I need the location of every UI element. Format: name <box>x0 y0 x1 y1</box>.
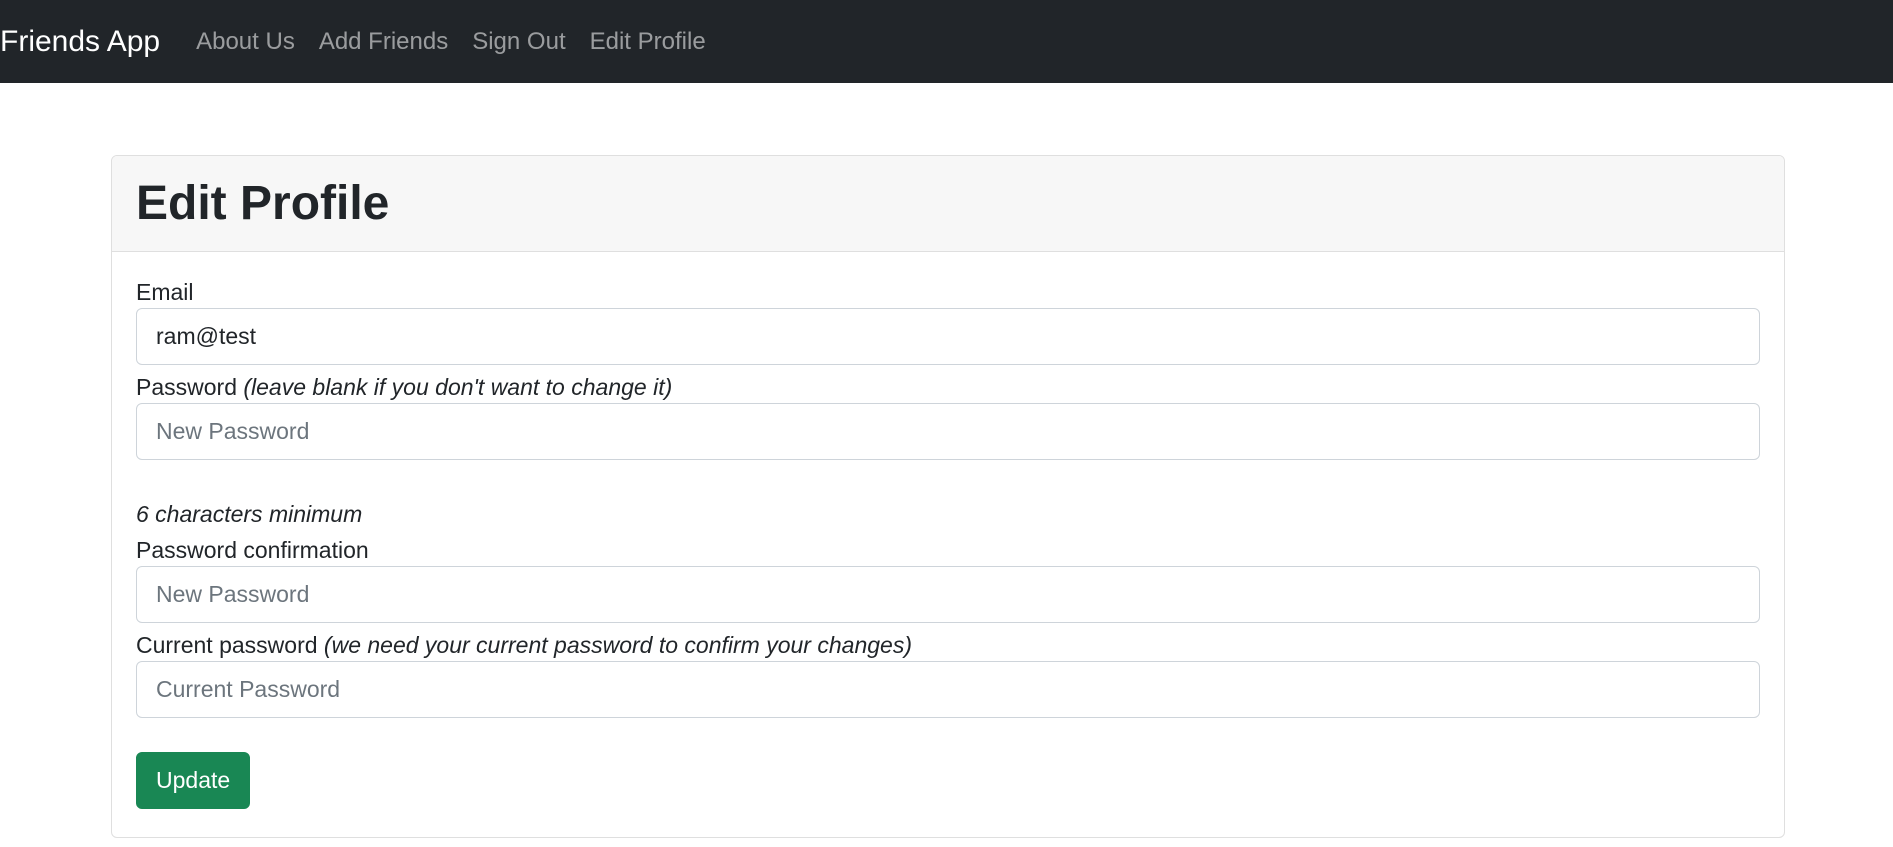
current-password-label: Current password (we need your current p… <box>136 631 1760 659</box>
nav-link-about-us[interactable]: About Us <box>196 29 295 54</box>
navbar: Friends App About Us Add Friends Sign Ou… <box>0 0 1893 83</box>
email-label: Email <box>136 279 194 305</box>
edit-profile-card: Edit Profile Email Password (leave blank… <box>111 155 1785 838</box>
password-label-text: Password <box>136 374 237 400</box>
password-confirmation-label: Password confirmation <box>136 537 369 563</box>
card-body: Email Password (leave blank if you don't… <box>112 252 1784 809</box>
brand-link[interactable]: Friends App <box>0 26 160 57</box>
current-password-label-text: Current password <box>136 632 318 658</box>
current-password-field[interactable] <box>136 661 1760 718</box>
email-field[interactable] <box>136 308 1760 365</box>
password-hint: (leave blank if you don't want to change… <box>243 374 673 400</box>
update-button[interactable]: Update <box>136 752 251 809</box>
password-min-note: 6 characters minimum <box>136 501 363 527</box>
page-title: Edit Profile <box>136 176 390 230</box>
password-field[interactable] <box>136 403 1760 460</box>
current-password-hint: (we need your current password to confir… <box>323 632 912 658</box>
card-header: Edit Profile <box>112 156 1784 252</box>
password-confirmation-field[interactable] <box>136 566 1760 623</box>
password-label: Password (leave blank if you don't want … <box>136 373 1760 401</box>
nav-link-edit-profile[interactable]: Edit Profile <box>590 29 706 54</box>
nav-link-add-friends[interactable]: Add Friends <box>319 29 448 54</box>
nav-link-sign-out[interactable]: Sign Out <box>472 29 565 54</box>
